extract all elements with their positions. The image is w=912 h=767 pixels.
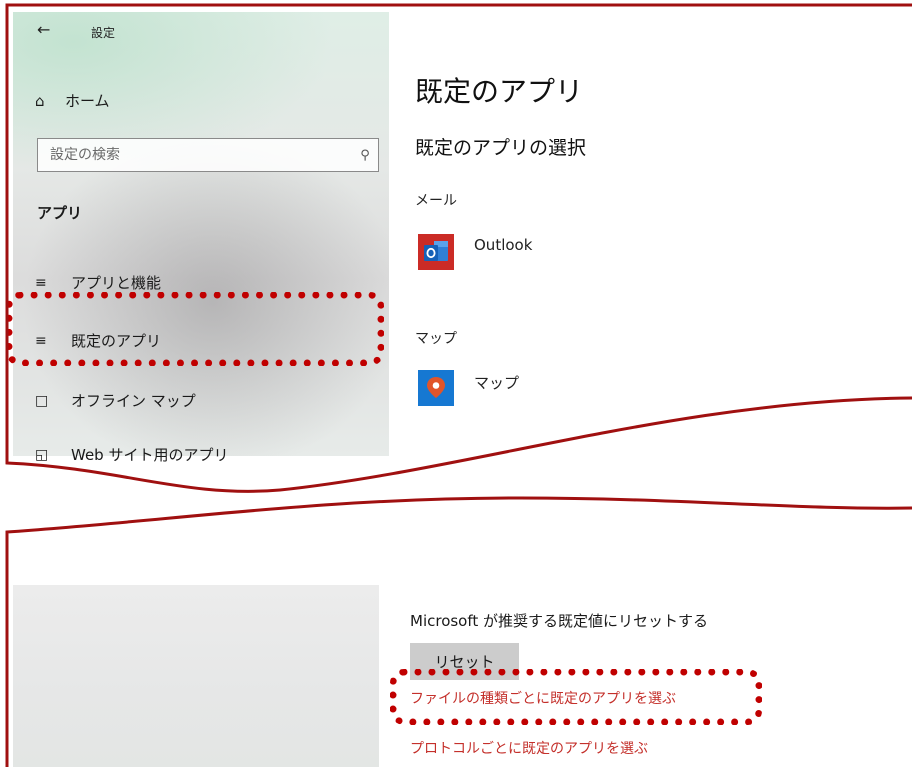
reset-description: Microsoft が推奨する既定値にリセットする <box>410 612 709 630</box>
sidebar-lower <box>13 585 379 767</box>
choose-default-by-protocol-link[interactable]: プロトコルごとに既定のアプリを選ぶ <box>410 738 648 758</box>
settings-window-top: ← 設定 ⌂ ホーム ⚲ アプリ ≡ アプリと機能 ≡ 既定のアプリ □ オフラ… <box>0 0 912 767</box>
highlight-file-type-link <box>390 669 762 725</box>
